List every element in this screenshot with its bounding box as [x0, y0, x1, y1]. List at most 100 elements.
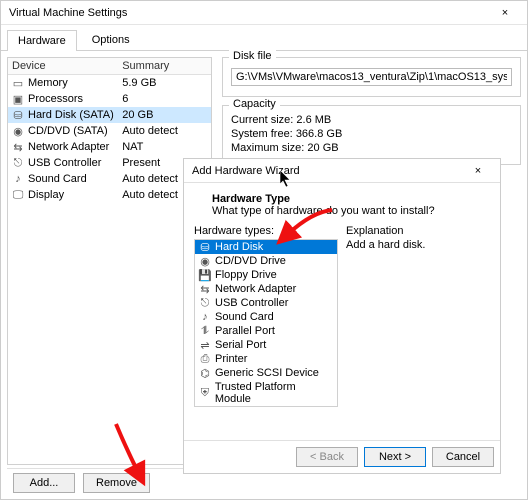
wizard-columns: Hardware types: ⛁Hard Disk◉CD/DVD Drive💾…	[194, 225, 490, 407]
memory-icon: ▭	[12, 77, 24, 89]
disk-file-title: Disk file	[229, 50, 276, 62]
hardware-types-list[interactable]: ⛁Hard Disk◉ CD/DVD Drive 💾 Floppy Drive ⇆ Net…	[194, 239, 338, 407]
hardware-type-label: Trusted Platform Module	[215, 381, 333, 405]
device-summary: 5.9 GB	[122, 77, 207, 89]
serial-icon: ⇌	[199, 339, 211, 351]
hardware-type-label: Floppy Drive	[215, 269, 277, 281]
add-button[interactable]: Add...	[13, 473, 75, 493]
hardware-type-label: Network Adapter	[215, 283, 296, 295]
disk-file-group: Disk file	[222, 57, 521, 97]
sound-icon: ♪	[199, 311, 211, 323]
device-name: Memory	[28, 77, 68, 89]
wizard-heading: Hardware Type	[212, 193, 490, 205]
hardware-type-label: USB Controller	[215, 297, 288, 309]
hardware-type-label: Generic SCSI Device	[215, 367, 319, 379]
capacity-max-value: 20 GB	[307, 142, 338, 154]
wizard-buttons: < Back Next > Cancel	[184, 440, 500, 473]
cancel-button[interactable]: Cancel	[432, 447, 494, 467]
device-row[interactable]: ▣ Processors 6	[8, 91, 211, 107]
floppy-icon: 💾	[199, 269, 211, 281]
capacity-free-value: 366.8 GB	[296, 128, 342, 140]
capacity-max: Maximum size: 20 GB	[231, 142, 512, 154]
explanation-pane: Explanation Add a hard disk.	[346, 225, 490, 407]
device-name: Processors	[28, 93, 83, 105]
hardware-type-item[interactable]: ⛨ Trusted Platform Module	[195, 380, 337, 406]
hardware-type-label: Printer	[215, 353, 247, 365]
device-row[interactable]: ♪Sound CardAuto detect	[8, 171, 211, 187]
hardware-type-item[interactable]: ♪ Sound Card	[195, 310, 337, 324]
wizard-heading-block: Hardware Type What type of hardware do y…	[212, 193, 490, 217]
device-name: Sound Card	[28, 173, 87, 185]
device-name: Hard Disk (SATA)	[28, 109, 114, 121]
cd-icon: ◉	[12, 125, 24, 137]
hardware-type-item[interactable]: ◉ CD/DVD Drive	[195, 254, 337, 268]
hardware-type-item[interactable]: ⇌ Serial Port	[195, 338, 337, 352]
hardware-type-label: Sound Card	[215, 311, 274, 323]
hardware-type-label: CD/DVD Drive	[215, 255, 286, 267]
device-name: CD/DVD (SATA)	[28, 125, 108, 137]
capacity-max-label: Maximum size:	[231, 142, 304, 154]
header-device: Device	[12, 60, 122, 72]
header-summary: Summary	[122, 60, 207, 72]
capacity-free: System free: 366.8 GB	[231, 128, 512, 140]
disk-file-path[interactable]	[231, 68, 512, 86]
tab-options[interactable]: Options	[81, 29, 141, 50]
cpu-icon: ▣	[12, 93, 24, 105]
device-row[interactable]: ⛁ Hard Disk (SATA) 20 GB	[8, 107, 211, 123]
hardware-type-label: Serial Port	[215, 339, 266, 351]
cd-icon: ◉	[199, 255, 211, 267]
close-icon[interactable]: ×	[491, 7, 519, 19]
hardware-type-item[interactable]: ⎙Printer	[195, 352, 337, 366]
net-icon: ⇆	[12, 141, 24, 153]
tabs: Hardware Options	[1, 25, 527, 51]
back-button[interactable]: < Back	[296, 447, 358, 467]
wizard-subheading: What type of hardware do you want to ins…	[212, 205, 490, 217]
scsi-icon: ⌬	[199, 367, 211, 379]
device-row[interactable]: ◉ CD/DVD (SATA) Auto detect	[8, 123, 211, 139]
explanation-label: Explanation	[346, 225, 490, 237]
device-row[interactable]: ⇆ Network Adapter NAT	[8, 139, 211, 155]
hardware-type-label: Parallel Port	[215, 325, 275, 337]
hdd-icon: ⛁	[12, 109, 24, 121]
capacity-free-label: System free:	[231, 128, 293, 140]
titlebar: Virtual Machine Settings ×	[1, 1, 527, 25]
device-list[interactable]: Device Summary ▭ Memory 5.9 GB ▣ Processors 6…	[7, 57, 212, 465]
wizard-title: Add Hardware Wizard	[192, 165, 300, 177]
hardware-type-label: Hard Disk	[215, 241, 263, 253]
net-icon: ⇆	[199, 283, 211, 295]
hardware-type-item[interactable]: ⌬ Generic SCSI Device	[195, 366, 337, 380]
capacity-current-label: Current size:	[231, 114, 293, 126]
device-summary: 20 GB	[122, 109, 207, 121]
hardware-type-item[interactable]: ⛁Hard Disk	[195, 240, 337, 254]
hardware-types-label: Hardware types:	[194, 225, 338, 237]
display-icon: 🖵	[12, 189, 24, 201]
device-row[interactable]: ▭ Memory 5.9 GB	[8, 75, 211, 91]
device-row[interactable]: ⎋USB ControllerPresent	[8, 155, 211, 171]
device-name: Network Adapter	[28, 141, 109, 153]
wizard-body: Hardware Type What type of hardware do y…	[184, 183, 500, 413]
tab-hardware[interactable]: Hardware	[7, 30, 77, 51]
add-hardware-wizard: Add Hardware Wizard × Hardware Type What…	[183, 158, 501, 474]
remove-button[interactable]: Remove	[83, 473, 150, 493]
tpm-icon: ⛨	[199, 387, 211, 399]
capacity-current-value: 2.6 MB	[296, 114, 331, 126]
capacity-group: Capacity Current size: 2.6 MB System fre…	[222, 105, 521, 165]
wizard-close-icon[interactable]: ×	[464, 165, 492, 177]
parallel-icon: ⥮	[199, 325, 211, 337]
sound-icon: ♪	[12, 173, 24, 185]
device-row[interactable]: 🖵DisplayAuto detect	[8, 187, 211, 203]
window-title: Virtual Machine Settings	[9, 7, 127, 19]
device-summary: 6	[122, 93, 207, 105]
next-button[interactable]: Next >	[364, 447, 426, 467]
device-summary: Auto detect	[122, 125, 207, 137]
hardware-type-item[interactable]: ⎋USB Controller	[195, 296, 337, 310]
hardware-type-item[interactable]: ⇆ Network Adapter	[195, 282, 337, 296]
hardware-type-item[interactable]: ⥮ Parallel Port	[195, 324, 337, 338]
wizard-titlebar: Add Hardware Wizard ×	[184, 159, 500, 183]
device-name: USB Controller	[28, 157, 101, 169]
explanation-text: Add a hard disk.	[346, 239, 490, 251]
device-summary: NAT	[122, 141, 207, 153]
capacity-title: Capacity	[229, 98, 280, 110]
capacity-current: Current size: 2.6 MB	[231, 114, 512, 126]
hardware-type-item[interactable]: 💾 Floppy Drive	[195, 268, 337, 282]
